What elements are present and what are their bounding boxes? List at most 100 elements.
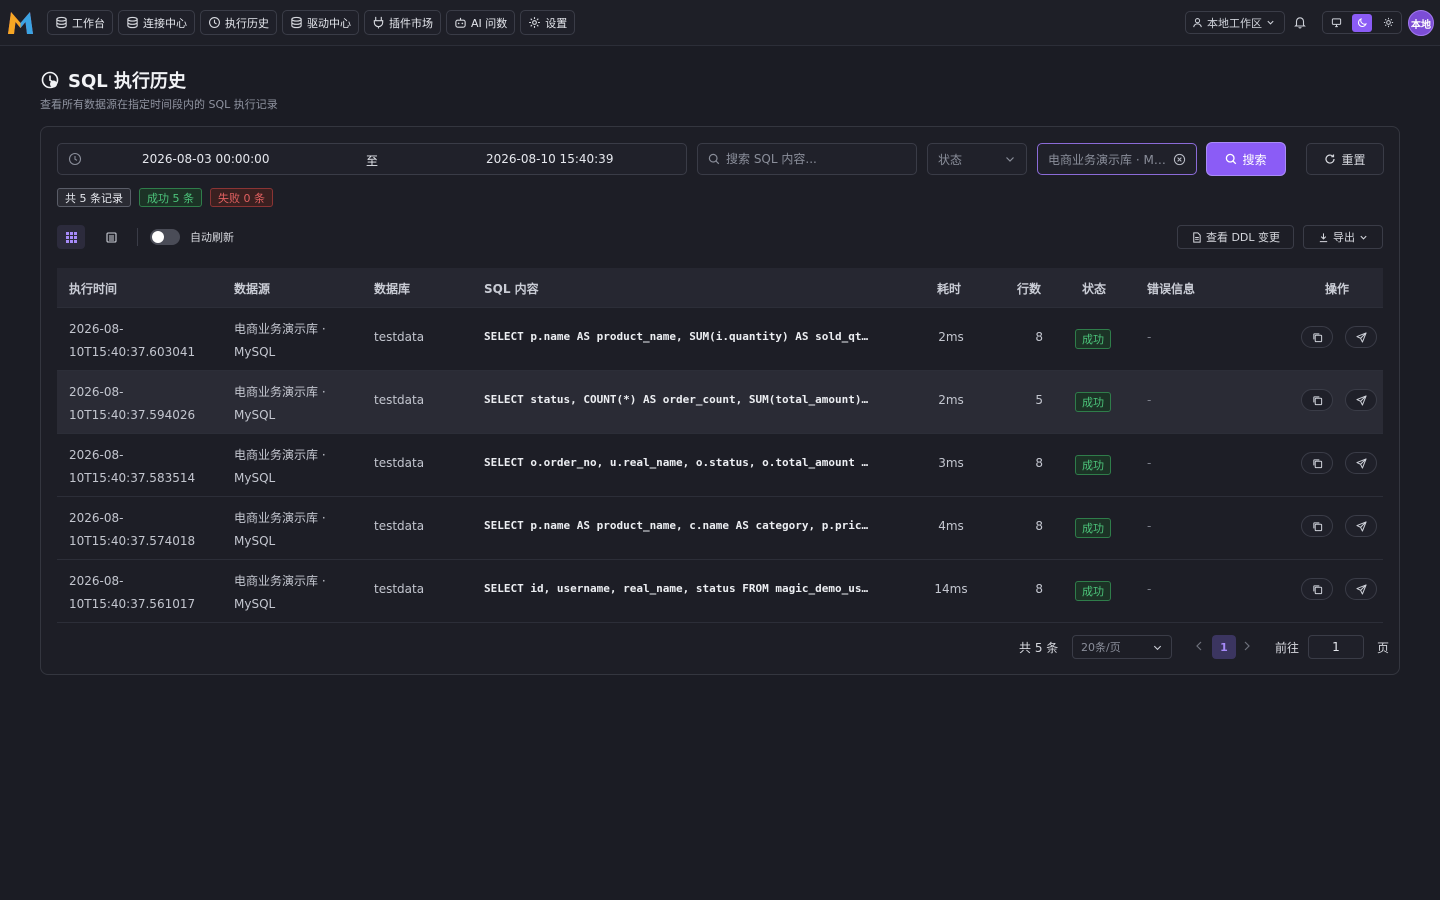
datasource-select[interactable]: 电商业务演示库 · MySQL xyxy=(1037,143,1197,175)
copy-button[interactable] xyxy=(1301,326,1333,348)
app-logo[interactable] xyxy=(6,9,35,36)
page-size-value: 20条/页 xyxy=(1081,641,1121,654)
table-row[interactable]: 2026-08- 10T15:40:37.594026 电商业务演示库 · MySQ… xyxy=(57,371,1383,434)
status-select[interactable]: 状态 xyxy=(927,143,1027,175)
cell-sql[interactable]: SELECT o.order_no, u.real_name, o.status… xyxy=(484,456,874,469)
cell-error: - xyxy=(1147,456,1152,470)
goto-unit-label: 页 xyxy=(1377,641,1390,655)
status-badge: 成功 xyxy=(1075,329,1111,349)
cell-datasource: 电商业务演示库 · MySQL xyxy=(234,448,326,485)
copy-icon xyxy=(1312,584,1322,594)
document-icon xyxy=(1193,231,1201,243)
next-page-icon[interactable] xyxy=(1241,639,1253,653)
goto-page-input[interactable] xyxy=(1308,635,1364,659)
send-button[interactable] xyxy=(1345,389,1377,411)
cell-exec-time: 2026-08- 10T15:40:37.583514 xyxy=(69,448,196,485)
status-select-placeholder: 状态 xyxy=(938,152,963,167)
nav-ai-query[interactable]: AI 问数 xyxy=(446,10,516,35)
copy-button[interactable] xyxy=(1301,452,1333,474)
nav-connection-center-label: 连接中心 xyxy=(143,16,187,30)
table-row[interactable]: 2026-08- 10T15:40:37.603041 电商业务演示库 · MySQ… xyxy=(57,308,1383,371)
sql-search-input[interactable] xyxy=(726,152,906,166)
cell-database: testdata xyxy=(374,456,425,470)
send-button[interactable] xyxy=(1345,515,1377,537)
clear-icon[interactable] xyxy=(1173,153,1186,166)
history-table: 执行时间 数据源 数据库 SQL 内容 耗时 行数 状态 错误信息 操作 202… xyxy=(57,268,1383,623)
send-button[interactable] xyxy=(1345,578,1377,600)
col-rows: 行数 xyxy=(1017,282,1042,296)
view-ddl-button[interactable]: 查看 DDL 变更 xyxy=(1177,225,1294,249)
failed-count-badge: 失败 0 条 xyxy=(210,188,273,207)
cell-sql[interactable]: SELECT id, username, real_name, status F… xyxy=(484,582,874,595)
cell-sql[interactable]: SELECT status, COUNT(*) AS order_count, … xyxy=(484,393,874,406)
copy-icon xyxy=(1312,458,1322,468)
cell-error: - xyxy=(1147,330,1152,344)
search-button[interactable]: 搜索 xyxy=(1207,143,1285,175)
bell-icon[interactable] xyxy=(1293,15,1307,29)
nav-execution-history-label: 执行历史 xyxy=(225,16,269,30)
success-count-badge: 成功 5 条 xyxy=(139,188,202,207)
cell-sql[interactable]: SELECT p.name AS product_name, c.name AS… xyxy=(484,519,874,532)
nav-connection-center[interactable]: 连接中心 xyxy=(118,10,195,35)
user-avatar[interactable]: 本地 xyxy=(1408,10,1434,36)
nav-settings[interactable]: 设置 xyxy=(520,10,576,35)
send-icon xyxy=(1355,520,1367,532)
send-icon xyxy=(1355,394,1367,406)
auto-refresh-switch[interactable] xyxy=(150,229,180,245)
page-title: SQL 执行历史 xyxy=(68,71,187,92)
nav-plugin-market[interactable]: 插件市场 xyxy=(364,10,441,35)
copy-button[interactable] xyxy=(1301,389,1333,411)
chevron-down-icon xyxy=(1153,645,1162,650)
cell-datasource: 电商业务演示库 · MySQL xyxy=(234,574,326,611)
view-ddl-label: 查看 DDL 变更 xyxy=(1205,231,1281,244)
export-button[interactable]: 导出 xyxy=(1303,225,1383,249)
database-icon xyxy=(127,16,138,29)
cell-sql[interactable]: SELECT p.name AS product_name, SUM(i.qua… xyxy=(484,330,874,343)
workspace-selector[interactable]: 本地工作区 xyxy=(1185,11,1285,34)
cell-duration: 3ms xyxy=(938,456,964,470)
toolbar-divider xyxy=(137,228,138,246)
cell-exec-time: 2026-08- 10T15:40:37.603041 xyxy=(69,322,196,359)
theme-light[interactable] xyxy=(1378,14,1398,32)
chevron-down-icon xyxy=(1360,235,1367,240)
sql-search-box xyxy=(697,143,917,175)
clock-icon xyxy=(68,152,82,166)
copy-button[interactable] xyxy=(1301,578,1333,600)
cell-datasource: 电商业务演示库 · MySQL xyxy=(234,511,326,548)
history-icon xyxy=(41,71,59,89)
prev-page-icon[interactable] xyxy=(1193,639,1205,653)
col-status: 状态 xyxy=(1082,282,1107,296)
page-number-current[interactable]: 1 xyxy=(1212,635,1236,659)
status-badge: 成功 xyxy=(1075,581,1111,601)
send-button[interactable] xyxy=(1345,452,1377,474)
cell-database: testdata xyxy=(374,519,425,533)
list-view-button[interactable] xyxy=(97,225,125,249)
table-row[interactable]: 2026-08- 10T15:40:37.561017 电商业务演示库 · MySQ… xyxy=(57,560,1383,623)
table-row[interactable]: 2026-08- 10T15:40:37.583514 电商业务演示库 · MySQ… xyxy=(57,434,1383,497)
nav-execution-history[interactable]: 执行历史 xyxy=(200,10,277,35)
theme-dark[interactable] xyxy=(1352,13,1372,32)
page-size-select[interactable]: 20条/页 xyxy=(1072,635,1172,659)
table-header: 执行时间 数据源 数据库 SQL 内容 耗时 行数 状态 错误信息 操作 xyxy=(57,268,1383,308)
reset-button[interactable]: 重置 xyxy=(1306,143,1384,175)
theme-system[interactable] xyxy=(1326,14,1346,32)
nav-driver-center[interactable]: 驱动中心 xyxy=(282,10,359,35)
table-row[interactable]: 2026-08- 10T15:40:37.574018 电商业务演示库 · MySQ… xyxy=(57,497,1383,560)
theme-switcher xyxy=(1322,11,1402,34)
cell-rows: 8 xyxy=(1035,330,1043,344)
date-start[interactable]: 2026-08-03 00:00:00 xyxy=(142,152,269,166)
date-end[interactable]: 2026-08-10 15:40:39 xyxy=(486,152,613,166)
grid-view-button[interactable] xyxy=(57,225,85,249)
plug-icon xyxy=(373,16,384,29)
send-button[interactable] xyxy=(1345,326,1377,348)
summary-badges: 共 5 条记录 成功 5 条 失败 0 条 xyxy=(57,188,273,207)
cell-rows: 8 xyxy=(1035,582,1043,596)
nav-workbench[interactable]: 工作台 xyxy=(47,10,113,35)
cell-duration: 2ms xyxy=(938,393,964,407)
copy-button[interactable] xyxy=(1301,515,1333,537)
copy-icon xyxy=(1312,521,1322,531)
cell-exec-time: 2026-08- 10T15:40:37.561017 xyxy=(69,574,196,611)
send-icon xyxy=(1355,583,1367,595)
date-range-picker[interactable]: 2026-08-03 00:00:00 至 2026-08-10 15:40:3… xyxy=(57,143,687,175)
col-actions: 操作 xyxy=(1325,282,1350,296)
